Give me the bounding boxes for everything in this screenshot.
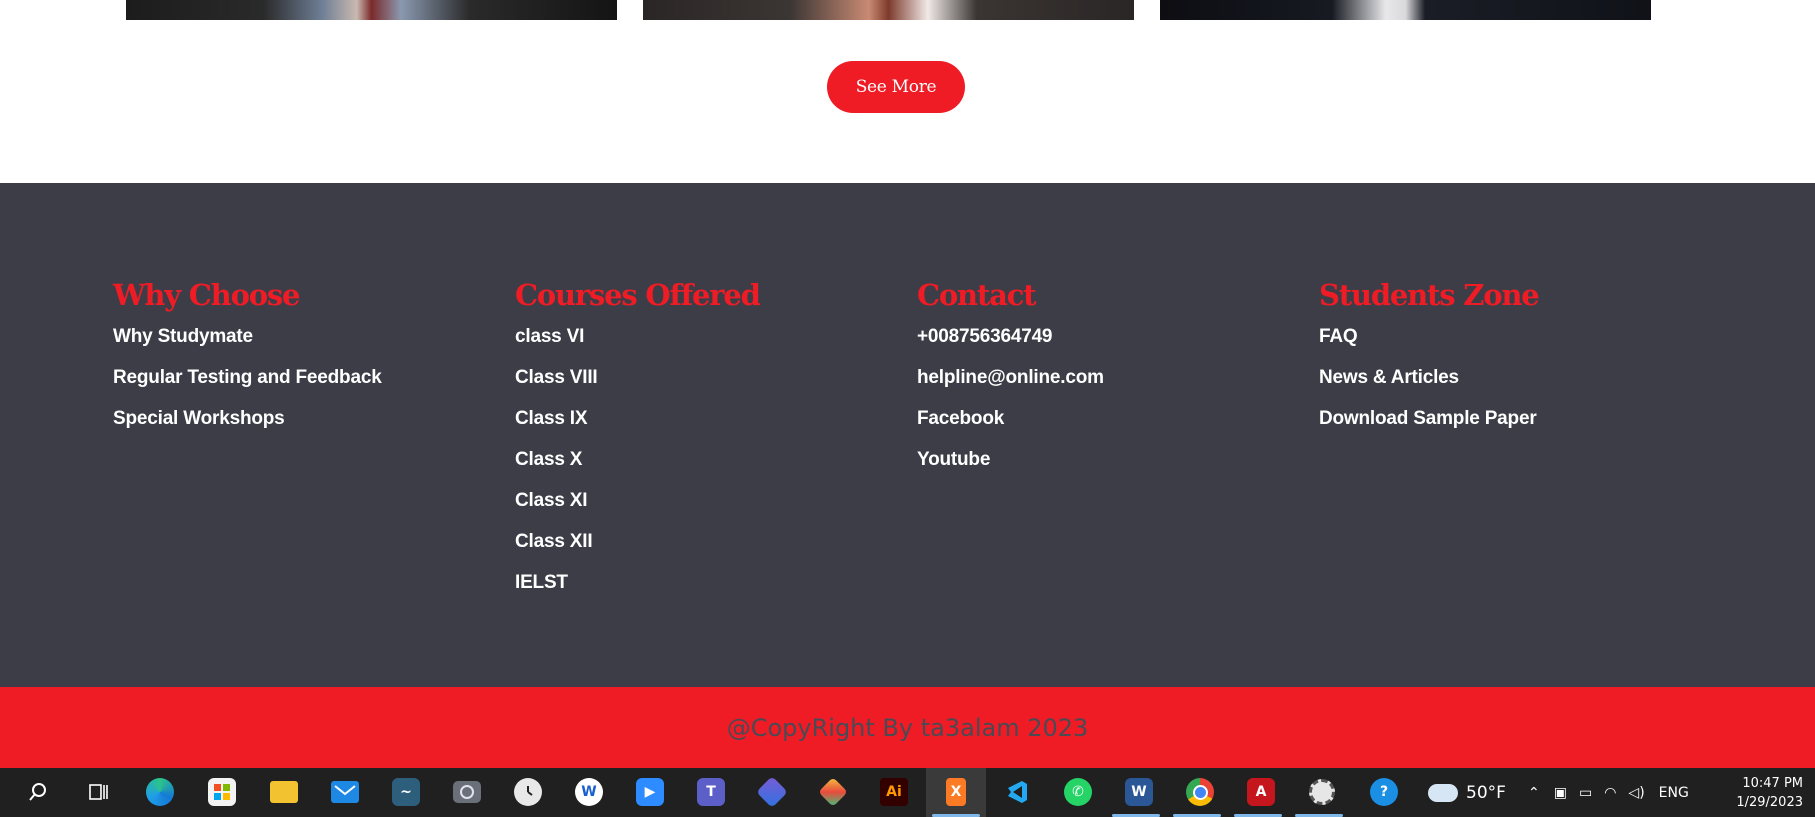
team-photo xyxy=(643,0,1134,20)
footer-link-class-xi[interactable]: Class XI xyxy=(515,489,760,512)
footer-column-contact: Contact +008756364749 helpline@online.co… xyxy=(917,278,1104,489)
site-footer: Why Choose Why Studymate Regular Testing… xyxy=(0,183,1815,687)
system-tray: ⌃ ▣ ▭ ◠ ◁) ENG xyxy=(1528,768,1689,817)
mysql-workbench-icon[interactable]: ~ xyxy=(390,776,422,808)
clock-icon[interactable] xyxy=(512,776,544,808)
clock-date: 1/29/2023 xyxy=(1736,795,1803,810)
footer-link-class-viii[interactable]: Class VIII xyxy=(515,366,760,389)
windows-taskbar: ~ W ▶ T Ai X ✆ W A ? 50°F ⌃ ▣ ▭ ◠ ◁) ENG… xyxy=(0,768,1815,817)
file-explorer-icon[interactable] xyxy=(268,776,300,808)
see-more-button[interactable]: See More xyxy=(827,61,965,113)
footer-column-why-choose: Why Choose Why Studymate Regular Testing… xyxy=(113,278,382,448)
footer-link-news-articles[interactable]: News & Articles xyxy=(1319,366,1539,389)
footer-link-youtube[interactable]: Youtube xyxy=(917,448,1104,471)
footer-link-regular-testing[interactable]: Regular Testing and Feedback xyxy=(113,366,382,389)
team-photo xyxy=(126,0,617,20)
language-indicator[interactable]: ENG xyxy=(1659,785,1689,801)
volume-icon[interactable]: ◁) xyxy=(1628,785,1644,801)
footer-link-class-x[interactable]: Class X xyxy=(515,448,760,471)
help-icon[interactable]: ? xyxy=(1368,776,1400,808)
copyright-bar: @CopyRight By ta3alam 2023 xyxy=(0,687,1815,768)
footer-heading: Students Zone xyxy=(1319,278,1540,312)
footer-heading: Courses Offered xyxy=(515,278,761,312)
mail-icon[interactable] xyxy=(329,776,361,808)
footer-link-download-sample-paper[interactable]: Download Sample Paper xyxy=(1319,407,1539,430)
footer-heading: Why Choose xyxy=(113,278,300,312)
search-icon[interactable] xyxy=(22,776,54,808)
footer-link-phone[interactable]: +008756364749 xyxy=(917,325,1104,348)
copyright-text: @CopyRight By ta3alam 2023 xyxy=(726,713,1089,742)
battery-icon[interactable]: ▭ xyxy=(1579,785,1592,801)
footer-column-students-zone: Students Zone FAQ News & Articles Downlo… xyxy=(1319,278,1540,448)
meet-now-icon[interactable]: ▣ xyxy=(1554,785,1567,801)
acrobat-icon[interactable]: A xyxy=(1245,776,1277,808)
chevron-up-icon[interactable]: ⌃ xyxy=(1528,785,1540,801)
task-view-icon[interactable] xyxy=(82,776,114,808)
whatsapp-icon[interactable]: ✆ xyxy=(1062,776,1094,808)
footer-link-facebook[interactable]: Facebook xyxy=(917,407,1104,430)
weather-temperature: 50°F xyxy=(1466,782,1506,803)
wps-icon[interactable]: W xyxy=(573,776,605,808)
system-clock[interactable]: 10:47 PM 1/29/2023 xyxy=(1736,774,1803,812)
footer-link-class-vi[interactable]: class VI xyxy=(515,325,760,348)
zoom-icon[interactable]: ▶ xyxy=(634,776,666,808)
wifi-icon[interactable]: ◠ xyxy=(1604,785,1616,801)
camera-icon[interactable] xyxy=(451,776,483,808)
xampp-icon[interactable]: X xyxy=(940,776,972,808)
illustrator-icon[interactable]: Ai xyxy=(878,776,910,808)
edge-icon[interactable] xyxy=(144,776,176,808)
footer-column-courses: Courses Offered class VI Class VIII Clas… xyxy=(515,278,761,612)
store-icon[interactable] xyxy=(206,776,238,808)
footer-link-class-xii[interactable]: Class XII xyxy=(515,530,760,553)
chrome-icon[interactable] xyxy=(1184,776,1216,808)
teams-icon[interactable]: T xyxy=(695,776,727,808)
weather-cloud-icon xyxy=(1428,783,1458,802)
weather-widget[interactable]: 50°F xyxy=(1428,768,1506,817)
footer-link-ielst[interactable]: IELST xyxy=(515,571,760,594)
word-icon[interactable]: W xyxy=(1123,776,1155,808)
power-automate-icon[interactable] xyxy=(756,776,788,808)
team-section: See More xyxy=(0,0,1815,183)
footer-link-class-ix[interactable]: Class IX xyxy=(515,407,760,430)
footer-link-special-workshops[interactable]: Special Workshops xyxy=(113,407,382,430)
footer-heading: Contact xyxy=(917,278,1037,312)
footer-link-faq[interactable]: FAQ xyxy=(1319,325,1539,348)
settings-gear-icon[interactable] xyxy=(1306,776,1338,808)
clock-time: 10:47 PM xyxy=(1742,776,1803,791)
git-icon[interactable] xyxy=(817,776,849,808)
footer-link-email[interactable]: helpline@online.com xyxy=(917,366,1104,389)
footer-link-why-studymate[interactable]: Why Studymate xyxy=(113,325,382,348)
team-photo xyxy=(1160,0,1651,20)
vscode-icon[interactable] xyxy=(1001,776,1033,808)
